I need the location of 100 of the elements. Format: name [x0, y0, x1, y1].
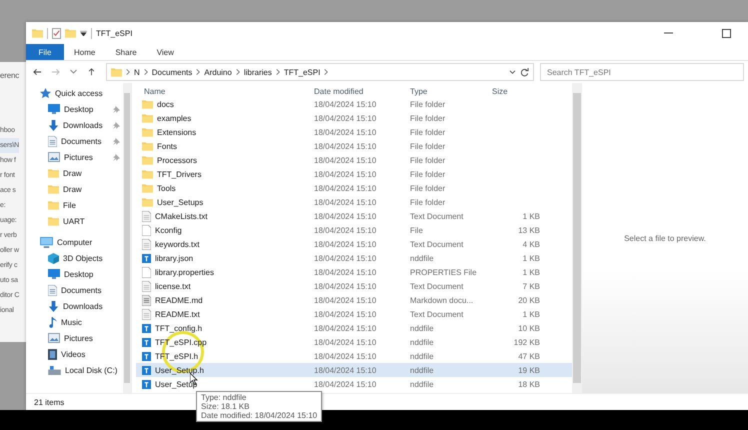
- chevron-icon: [324, 69, 328, 75]
- column-header[interactable]: Date modified: [314, 86, 410, 96]
- file-row[interactable]: keywords.txt 18/04/2024 15:10 Text Document 4 KB: [136, 237, 572, 251]
- refresh-icon[interactable]: [520, 68, 529, 76]
- ribbon-tab[interactable]: Home: [64, 44, 106, 60]
- date-cell-text: 18/04/2024 15:10: [314, 338, 378, 346]
- folder-icon: [142, 155, 153, 165]
- type-cell-text: File folder: [410, 198, 446, 206]
- date-cell-text: 18/04/2024 15:10: [314, 142, 378, 150]
- preview-message: Select a file to preview.: [624, 234, 706, 242]
- minimize-icon: [664, 32, 672, 34]
- drive-icon: [48, 366, 61, 374]
- file-name: User_Setup: [155, 380, 198, 388]
- date-cell-text: 18/04/2024 15:10: [314, 170, 378, 178]
- column-header[interactable]: Name: [136, 86, 314, 96]
- music-note-icon: [48, 316, 57, 328]
- ribbon-tab[interactable]: Share: [105, 44, 147, 60]
- file-row[interactable]: CMakeLists.txt 18/04/2024 15:10 Text Document 1 KB: [136, 209, 572, 223]
- tooltip-text: Size: 18.1 KB: [201, 402, 250, 411]
- film-icon: [48, 348, 57, 360]
- nav-item[interactable]: Music: [26, 314, 123, 330]
- ribbon-tab[interactable]: View: [146, 44, 184, 60]
- file-row[interactable]: User_Setup 18/04/2024 15:10 nddfile 18 KB: [136, 377, 572, 391]
- type-cell-text: File folder: [410, 142, 446, 150]
- date-cell-text: 18/04/2024 15:10: [314, 352, 378, 360]
- nav-item[interactable]: Pictures: [26, 330, 123, 346]
- type-cell-text: File: [410, 226, 424, 234]
- nav-item[interactable]: Quick access: [26, 85, 123, 101]
- star-icon: [40, 88, 51, 98]
- file-name: Extensions: [157, 128, 196, 136]
- nav-item[interactable]: UART: [26, 213, 123, 229]
- nav-item[interactable]: Videos: [26, 346, 123, 362]
- file-row[interactable]: TFT_config.h 18/04/2024 15:10 nddfile 10 KB: [136, 321, 572, 335]
- file-row[interactable]: Fonts 18/04/2024 15:10 File folder: [136, 139, 572, 153]
- type-cell-text: File folder: [410, 184, 446, 192]
- type-cell-text: File folder: [410, 156, 446, 164]
- breadcrumb-item[interactable]: Arduino: [204, 68, 232, 76]
- file-row[interactable]: Processors 18/04/2024 15:10 File folder: [136, 153, 572, 167]
- file-row[interactable]: license.txt 18/04/2024 15:10 Text Document 7 KB: [136, 279, 572, 293]
- tooltip-text: Date modified: 18/04/2024 15:10: [201, 411, 318, 420]
- nav-item[interactable]: Draw: [26, 165, 123, 181]
- document-icon: [48, 136, 57, 146]
- code-file-icon: [142, 324, 151, 332]
- nav-item[interactable]: Desktop: [26, 266, 123, 282]
- nav-item[interactable]: 3D Objects: [26, 250, 123, 266]
- type-cell-text: nddfile: [410, 366, 435, 374]
- file-name: license.txt: [155, 282, 191, 290]
- monitor-icon: [48, 104, 60, 114]
- nav-item[interactable]: Documents: [26, 133, 123, 149]
- file-row[interactable]: Tools 18/04/2024 15:10 File folder: [136, 181, 572, 195]
- address-bar[interactable]: N Documents Arduino libraries TFT_eSPI: [106, 63, 534, 81]
- file-menu-button[interactable]: File: [26, 44, 64, 60]
- folder-icon: [142, 113, 153, 123]
- setting-label: erenc: [0, 70, 20, 82]
- file-row[interactable]: examples 18/04/2024 15:10 File folder: [136, 111, 572, 125]
- file-name: Processors: [157, 156, 198, 164]
- date-cell-text: 18/04/2024 15:10: [314, 100, 378, 108]
- text-file-icon: [142, 294, 151, 306]
- nav-item[interactable]: Downloads: [26, 117, 123, 133]
- nav-item[interactable]: Local Disk (C:): [26, 362, 123, 378]
- nav-item[interactable]: Desktop: [26, 101, 123, 117]
- date-cell-text: 18/04/2024 15:10: [314, 212, 378, 220]
- document-icon: [48, 284, 57, 296]
- scrollbar[interactable]: [123, 83, 131, 393]
- breadcrumb-item[interactable]: TFT_eSPI: [284, 68, 320, 76]
- file-row[interactable]: TFT_Drivers 18/04/2024 15:10 File folder: [136, 167, 572, 181]
- file-row[interactable]: Kconfig 18/04/2024 15:10 File 13 KB: [136, 223, 572, 237]
- file-row[interactable]: README.txt 18/04/2024 15:10 Text Document 1 KB: [136, 307, 572, 321]
- scrollbar[interactable]: [572, 83, 582, 393]
- breadcrumb-item[interactable]: N: [134, 68, 140, 76]
- caret-icon[interactable]: [509, 70, 516, 74]
- search-field[interactable]: Search TFT_eSPI: [540, 63, 744, 81]
- down-arrow-icon: [48, 300, 59, 312]
- size-cell-text: 10 KB: [517, 324, 540, 332]
- dropdown-icon[interactable]: [80, 30, 87, 36]
- file-row[interactable]: Extensions 18/04/2024 15:10 File folder: [136, 125, 572, 139]
- breadcrumb-item[interactable]: libraries: [244, 68, 272, 76]
- nav-item[interactable]: Pictures: [26, 149, 123, 165]
- nav-item[interactable]: File: [26, 197, 123, 213]
- folder-icon: [142, 197, 153, 207]
- file-row[interactable]: docs 18/04/2024 15:10 File folder: [136, 97, 572, 111]
- size-cell-text: 13 KB: [517, 226, 540, 234]
- file-row[interactable]: library.json 18/04/2024 15:10 nddfile 1 KB: [136, 251, 572, 265]
- file-name: docs: [157, 100, 174, 108]
- column-header[interactable]: Type: [410, 86, 488, 96]
- size-cell-text: 1 KB: [522, 212, 540, 220]
- file-row[interactable]: library.properties 18/04/2024 15:10 PROPERTIES File 1 KB: [136, 265, 572, 279]
- window-title: TFT_eSPI: [96, 28, 132, 38]
- text-file-icon: [142, 308, 151, 320]
- properties-icon[interactable]: [52, 28, 61, 38]
- file-row[interactable]: README.md 18/04/2024 15:10 Markdown docu... 20 KB: [136, 293, 572, 307]
- tooltip-text: Type: nddfile: [201, 393, 248, 402]
- breadcrumb-item[interactable]: Documents: [152, 68, 192, 76]
- file-row[interactable]: User_Setups 18/04/2024 15:10 File folder: [136, 195, 572, 209]
- nav-item[interactable]: Computer: [26, 234, 123, 250]
- nav-item[interactable]: Draw: [26, 181, 123, 197]
- nav-item[interactable]: Documents: [26, 282, 123, 298]
- nav-item[interactable]: Downloads: [26, 298, 123, 314]
- chevron-icon: [196, 69, 200, 75]
- column-header[interactable]: Size: [488, 86, 544, 96]
